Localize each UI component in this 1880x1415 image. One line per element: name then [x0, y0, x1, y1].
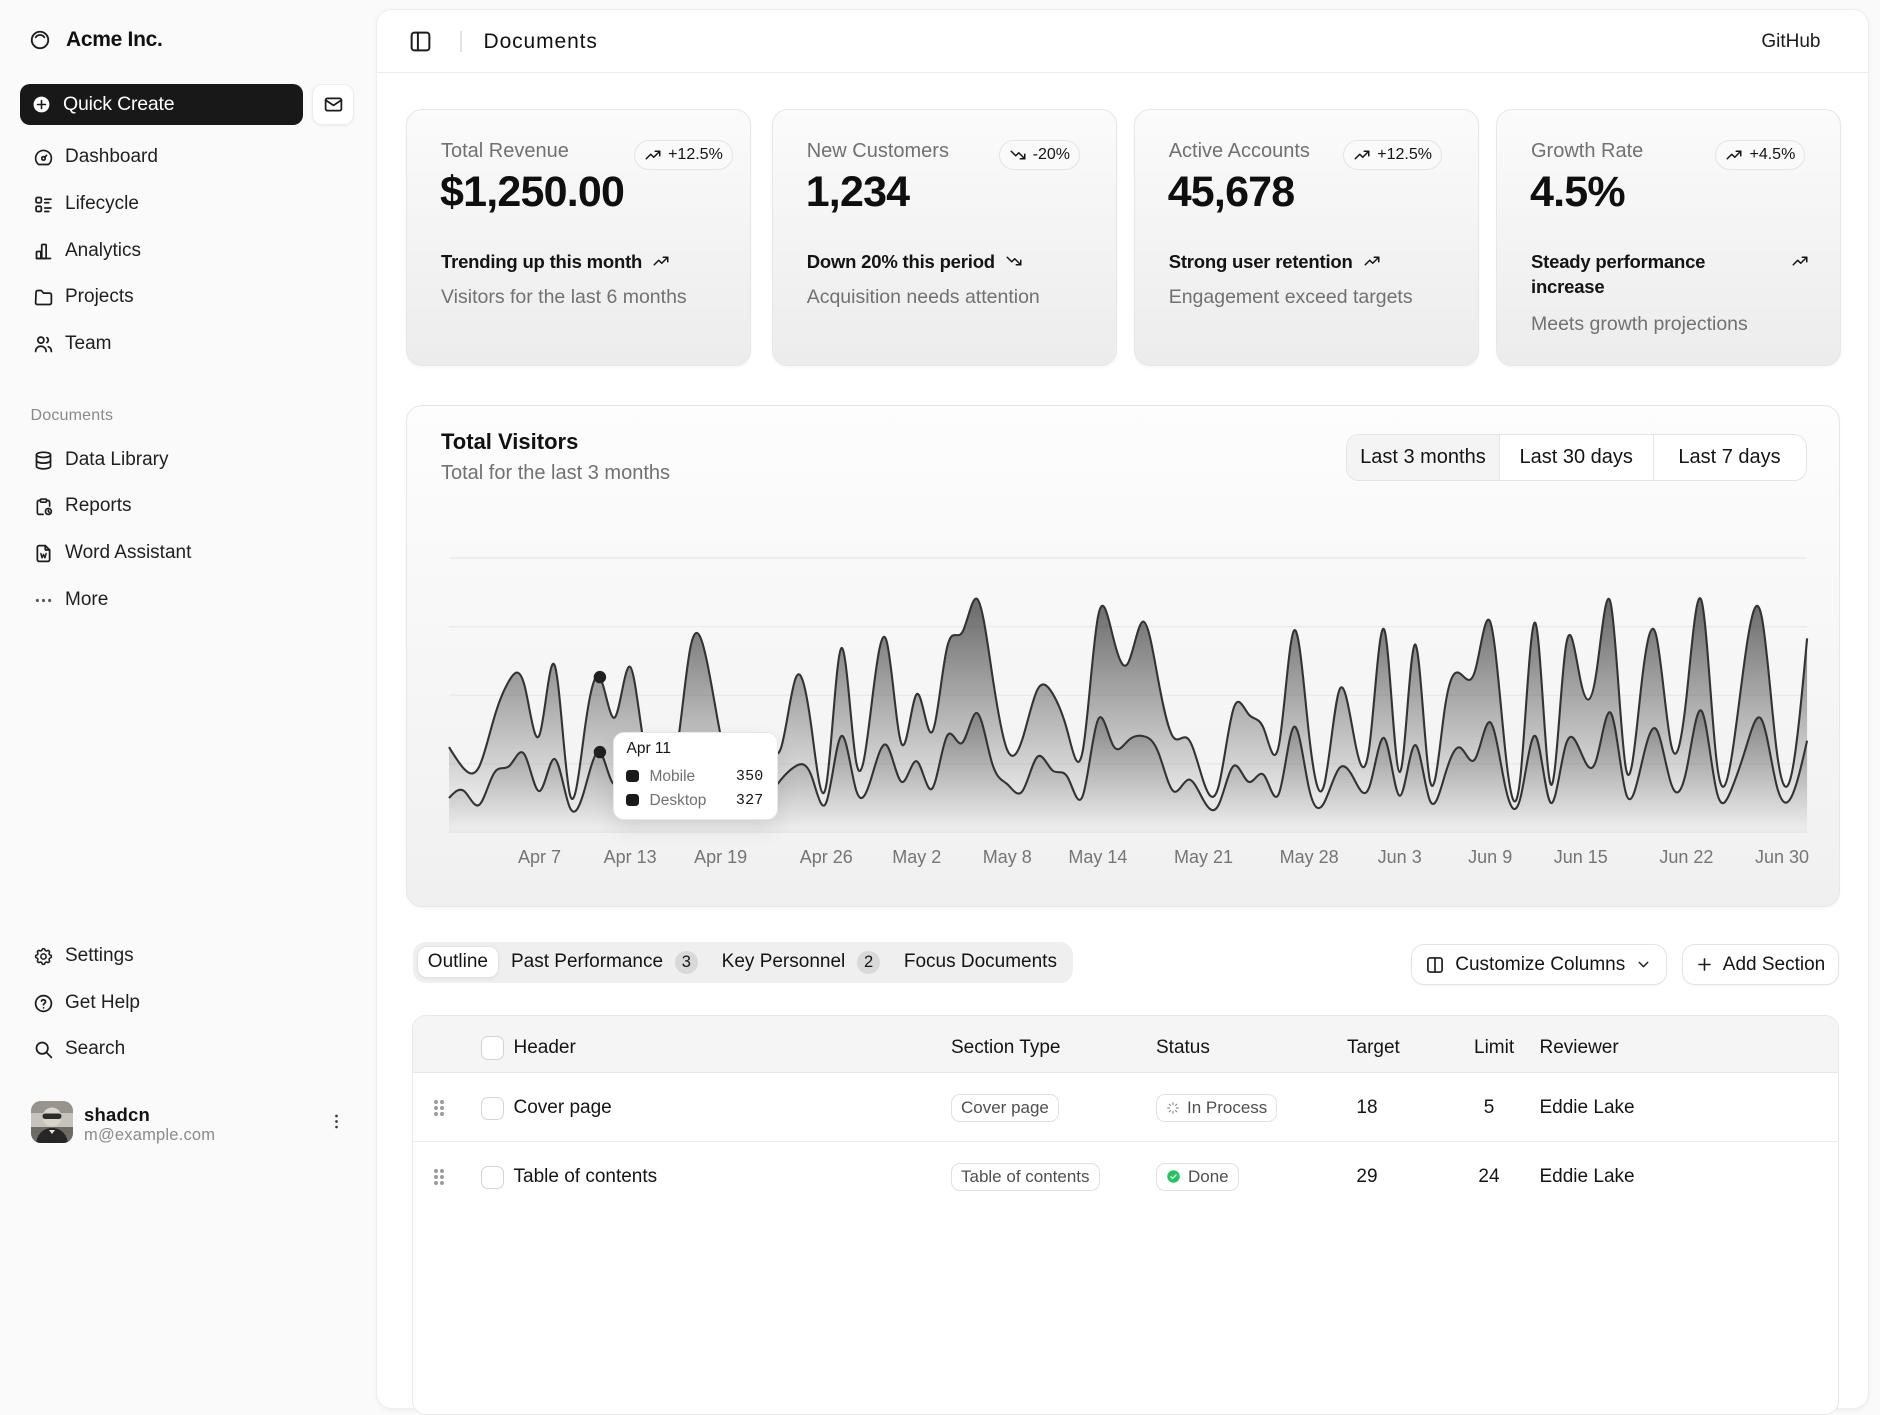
svg-text:May 14: May 14: [1068, 847, 1127, 867]
svg-text:Apr 19: Apr 19: [694, 847, 747, 867]
svg-text:Jun 15: Jun 15: [1554, 847, 1608, 867]
svg-text:Apr 7: Apr 7: [518, 847, 561, 867]
svg-text:Apr 13: Apr 13: [604, 847, 657, 867]
svg-text:Jun 30: Jun 30: [1755, 847, 1809, 867]
svg-text:May 21: May 21: [1174, 847, 1233, 867]
svg-text:Jun 9: Jun 9: [1468, 847, 1512, 867]
svg-text:May 8: May 8: [983, 847, 1032, 867]
svg-text:Jun 22: Jun 22: [1659, 847, 1713, 867]
svg-text:May 28: May 28: [1280, 847, 1339, 867]
svg-text:May 2: May 2: [892, 847, 941, 867]
svg-text:Jun 3: Jun 3: [1378, 847, 1422, 867]
svg-text:Apr 26: Apr 26: [800, 847, 853, 867]
